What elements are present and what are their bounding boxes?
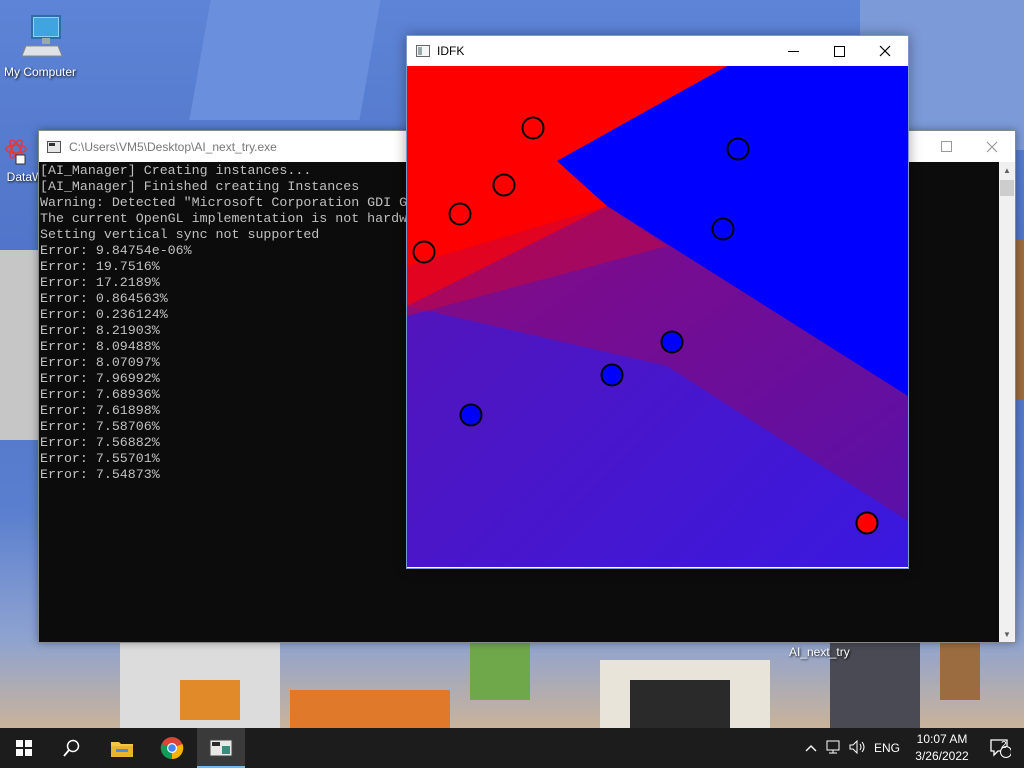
idfk-close-button[interactable]: [862, 36, 908, 66]
taskbar-chrome[interactable]: [148, 728, 196, 768]
idfk-titlebar[interactable]: IDFK: [407, 36, 908, 66]
clock-time: 10:07 AM: [916, 732, 968, 746]
wallpaper-block: [290, 690, 450, 728]
volume-icon[interactable]: [846, 739, 870, 757]
idfk-window[interactable]: IDFK: [406, 35, 909, 569]
close-icon: [879, 45, 891, 57]
desktop-icon-label: DataW: [6, 170, 44, 184]
action-center-button[interactable]: 2: [976, 728, 1024, 768]
taskbar-clock[interactable]: 10:07 AM 3/26/2022: [906, 731, 978, 765]
console-scrollbar[interactable]: ▲ ▼: [999, 162, 1015, 642]
chrome-icon: [160, 737, 184, 760]
desktop-icon-label: My Computer: [3, 65, 77, 79]
console-window-icon: [209, 739, 233, 757]
wallpaper-block: [180, 680, 240, 720]
wallpaper-skeleton: [0, 250, 38, 440]
wallpaper-block: [630, 680, 730, 728]
data-point-blue: [459, 403, 483, 427]
taskbar: ENG 10:07 AM 3/26/2022 2: [0, 728, 1024, 768]
taskbar-console-app[interactable]: [197, 728, 245, 768]
maximize-icon: [940, 141, 952, 152]
start-button[interactable]: [0, 728, 48, 768]
notification-count: 2: [1001, 740, 1007, 751]
taskbar-file-explorer[interactable]: [98, 728, 146, 768]
console-close-button[interactable]: [969, 131, 1015, 162]
system-tray: ENG: [800, 728, 904, 768]
computer-icon: [0, 12, 80, 63]
folder-icon: [111, 742, 133, 757]
console-app-icon: [47, 140, 61, 153]
wallpaper-block: [189, 0, 381, 120]
data-point-red: [855, 511, 879, 535]
classification-canvas[interactable]: [407, 66, 908, 567]
scroll-down-arrow-icon[interactable]: ▼: [999, 626, 1015, 642]
idfk-title: IDFK: [437, 44, 465, 58]
search-icon: [63, 739, 80, 757]
data-point-blue: [660, 330, 684, 354]
network-icon[interactable]: [822, 740, 846, 757]
console-maximize-button[interactable]: [923, 131, 969, 162]
minimize-icon: [787, 50, 799, 52]
wallpaper-block: [470, 640, 530, 700]
data-point-blue: [600, 363, 624, 387]
idfk-app-icon: [416, 45, 430, 57]
idfk-minimize-button[interactable]: [770, 36, 816, 66]
scroll-up-arrow-icon[interactable]: ▲: [999, 162, 1015, 178]
notification-icon: [990, 739, 1011, 758]
console-title: C:\Users\VM5\Desktop\AI_next_try.exe: [69, 139, 277, 154]
windows-logo-icon: [16, 740, 32, 756]
taskbar-search-button[interactable]: [48, 728, 96, 768]
close-icon: [986, 141, 998, 152]
desktop-icon-my-computer[interactable]: My Computer: [0, 12, 80, 79]
chevron-up-icon[interactable]: [800, 741, 822, 755]
desktop-label-ai-next-try[interactable]: AI_next_try: [789, 645, 850, 659]
clock-date: 3/26/2022: [915, 749, 969, 763]
scrollbar-thumb[interactable]: [1000, 180, 1014, 196]
maximize-icon: [833, 45, 845, 57]
wallpaper-block: [940, 640, 980, 700]
language-indicator[interactable]: ENG: [870, 741, 904, 755]
idfk-maximize-button[interactable]: [816, 36, 862, 66]
